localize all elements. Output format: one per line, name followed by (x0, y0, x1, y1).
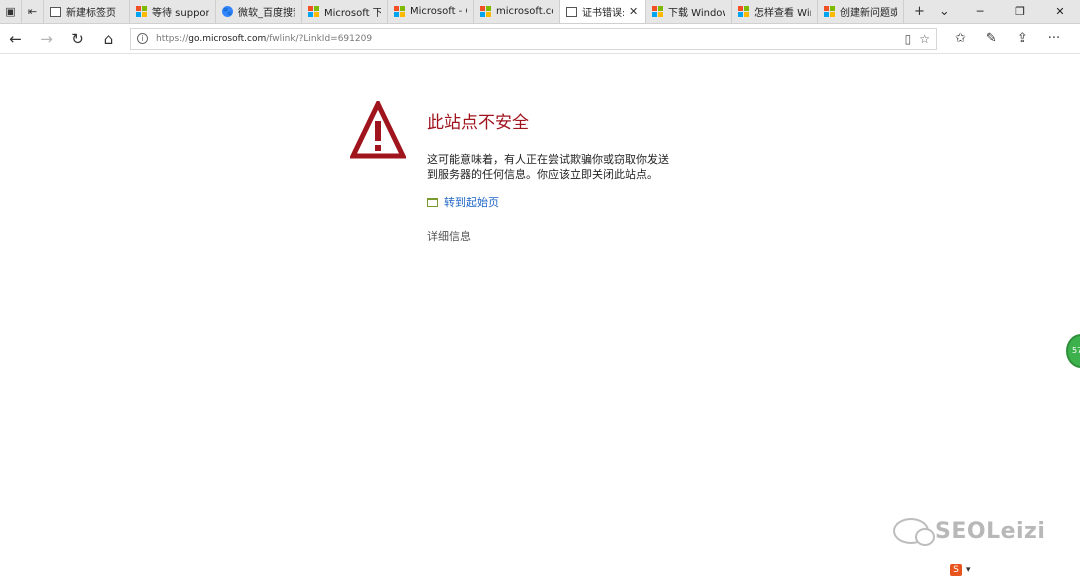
microsoft-icon (738, 6, 749, 17)
warning-triangle-icon (350, 101, 406, 159)
microsoft-icon (136, 6, 147, 17)
url-text[interactable]: https://go.microsoft.com/fwlink/?LinkId=… (156, 34, 897, 44)
watermark-text: SEOLeizi (935, 518, 1046, 544)
favorites-hub-icon[interactable]: ✩ (955, 31, 966, 46)
back-arrow-icon: ← (9, 29, 22, 48)
microsoft-icon (652, 6, 663, 17)
home-icon: ⌂ (103, 29, 114, 48)
forward-arrow-icon: → (40, 29, 53, 48)
page-icon (50, 6, 61, 17)
minimize-icon: ─ (976, 5, 984, 18)
tab-label: 新建标签页 (66, 8, 116, 19)
go-to-start-page-link[interactable]: 转到起始页 (427, 194, 499, 210)
home-button[interactable]: ⌂ (93, 30, 124, 48)
set-aside-icon: ⇤ (27, 5, 38, 18)
site-info-icon[interactable]: i (137, 33, 148, 44)
refresh-icon: ↻ (71, 29, 84, 48)
sogou-input-icon: S (950, 564, 962, 576)
web-note-pen-icon[interactable]: ✎ (986, 31, 997, 46)
tab-label: 创建新问题或 (840, 8, 897, 19)
favorite-star-icon[interactable]: ☆ (919, 32, 930, 46)
tab-how-to-view-windows[interactable]: 怎样查看 Win (732, 0, 818, 23)
tab-baidu-search[interactable]: 🐾 微软_百度搜索 (216, 0, 302, 23)
tab-preview-icon: ▣ (5, 5, 16, 18)
tab-new-tab[interactable]: 新建标签页 (44, 0, 130, 23)
details-link[interactable]: 详细信息 (427, 228, 471, 244)
page-title: 此站点不安全 (427, 113, 529, 133)
back-button[interactable]: ← (0, 30, 31, 48)
tab-label: 证书错误: (582, 8, 624, 19)
tab-microsoft-download[interactable]: Microsoft 下载 (302, 0, 388, 23)
tab-label: microsoft.com (496, 6, 553, 17)
microsoft-icon (480, 6, 491, 17)
tab-strip: ▣ ⇤ 新建标签页 等待 support. 🐾 微软_百度搜索 Microsof… (0, 0, 1080, 24)
floating-side-badge[interactable]: 57 (1066, 334, 1080, 368)
tab-download-windows[interactable]: 下载 Windows (646, 0, 732, 23)
tab-certificate-error[interactable]: 证书错误: ✕ (560, 0, 646, 23)
tab-label: Microsoft 下载 (324, 8, 381, 19)
url-host: go.microsoft.com (188, 33, 267, 44)
ime-dropdown-icon: ▾ (966, 565, 971, 575)
new-tab-plus-icon[interactable]: + (914, 4, 925, 19)
navigation-bar: ← → ↻ ⌂ i https://go.microsoft.com/fwlin… (0, 24, 1080, 54)
tab-preview-button[interactable]: ▣ (0, 0, 22, 23)
watermark: SEOLeizi (893, 518, 1046, 546)
start-page-link-label: 转到起始页 (444, 196, 499, 209)
close-window-button[interactable]: ✕ (1040, 0, 1080, 23)
tab-label: 等待 support. (152, 8, 209, 19)
url-scheme: https:// (156, 33, 189, 44)
maximize-button[interactable]: ❐ (1000, 0, 1040, 23)
ime-indicator[interactable]: S ▾ (950, 564, 971, 576)
minimize-button[interactable]: ─ (960, 0, 1000, 23)
set-aside-tabs-button[interactable]: ⇤ (22, 0, 44, 23)
share-icon[interactable]: ⇪ (1017, 31, 1028, 46)
baidu-icon: 🐾 (222, 6, 233, 17)
restore-icon: ❐ (1015, 5, 1025, 18)
tab-create-question[interactable]: 创建新问题或 (818, 0, 904, 23)
reading-view-icon[interactable]: ▯ (905, 32, 912, 46)
microsoft-icon (308, 6, 319, 17)
tab-support[interactable]: 等待 support. (130, 0, 216, 23)
microsoft-icon (824, 6, 835, 17)
warning-description: 这可能意味着，有人正在尝试欺骗你或窃取你发送到服务器的任何信息。你应该立即关闭此… (427, 153, 669, 181)
tab-label: 怎样查看 Win (754, 8, 811, 19)
tab-microsoft-com[interactable]: microsoft.com (474, 0, 560, 23)
tab-list-chevron-down-icon[interactable]: ⌄ (939, 4, 950, 19)
microsoft-icon (394, 6, 405, 17)
side-badge-text: 57 (1072, 346, 1080, 355)
tab-label: Microsoft - Of (410, 6, 467, 17)
more-menu-icon[interactable]: ··· (1048, 31, 1060, 46)
wechat-icon (893, 518, 935, 546)
address-bar[interactable]: i https://go.microsoft.com/fwlink/?LinkI… (130, 27, 937, 50)
start-page-icon (427, 197, 438, 207)
close-tab-icon[interactable]: ✕ (629, 5, 639, 18)
tab-label: 下载 Windows (668, 8, 725, 19)
forward-button[interactable]: → (31, 30, 62, 48)
tab-microsoft-office[interactable]: Microsoft - Of (388, 0, 474, 23)
refresh-button[interactable]: ↻ (62, 30, 93, 48)
tab-label: 微软_百度搜索 (238, 8, 295, 19)
close-icon: ✕ (1055, 5, 1065, 18)
url-path: /fwlink/?LinkId=691209 (266, 33, 373, 44)
page-icon (566, 6, 577, 17)
